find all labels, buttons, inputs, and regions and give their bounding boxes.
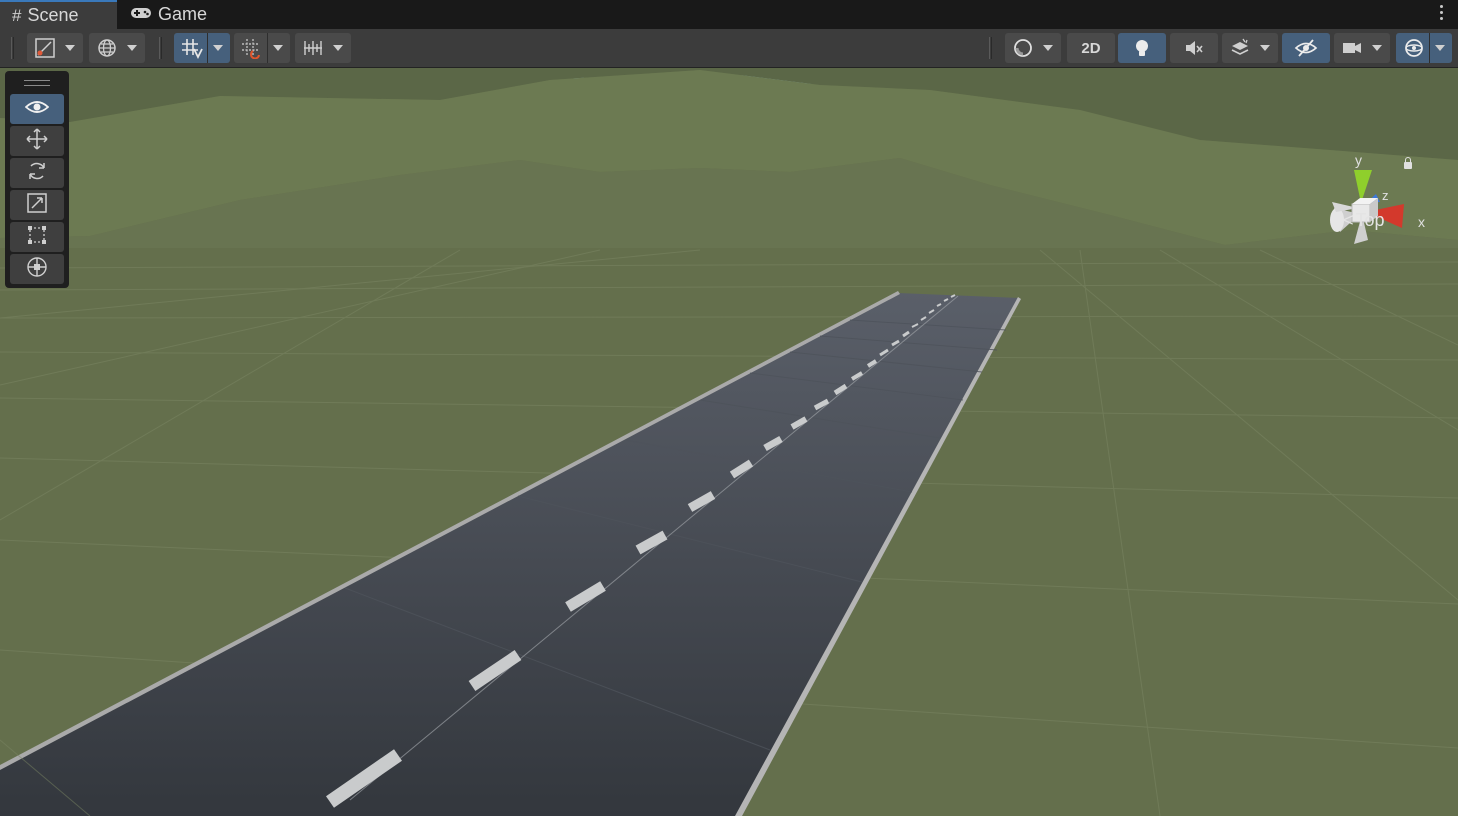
chevron-down-icon [122, 33, 142, 63]
chevron-down-icon [266, 33, 288, 63]
increment-snap-button[interactable] [234, 33, 290, 63]
scale-icon [26, 192, 48, 219]
camera-icon [1337, 33, 1367, 63]
visibility-hidden-icon [1291, 33, 1321, 63]
view-label-text: Top [1355, 210, 1385, 230]
chevron-down-icon [1038, 33, 1058, 63]
tab-bar: # Scene Game [0, 0, 1458, 29]
axis-cones [1330, 170, 1404, 244]
globe-icon [92, 33, 122, 63]
chevron-down-icon [1255, 33, 1275, 63]
scene-render [0, 68, 1458, 816]
tab-game[interactable]: Game [130, 0, 207, 29]
overlay-drag-handle[interactable] [24, 80, 50, 86]
scene-viewport[interactable]: y z x < Top [0, 68, 1458, 816]
gamepad-icon [130, 5, 152, 25]
draw-mode-icon [30, 33, 60, 63]
toolbar-grip [159, 37, 162, 59]
rect-tool-button[interactable] [10, 222, 64, 252]
effects-layers-icon [1225, 33, 1255, 63]
tab-scene-label: Scene [27, 5, 79, 25]
chevron-down-icon [60, 33, 80, 63]
more-options-icon[interactable] [1440, 5, 1444, 20]
tab-game-label: Game [158, 4, 208, 24]
grid-snap-icon [177, 33, 207, 63]
tools-overlay [5, 71, 69, 288]
lighting-toggle-button[interactable] [1118, 33, 1166, 63]
chevron-down-icon [1428, 33, 1450, 63]
scene-visibility-button[interactable] [1282, 33, 1330, 63]
rotate-tool-button[interactable] [10, 158, 64, 188]
scale-tool-button[interactable] [10, 190, 64, 220]
transform-tool-button[interactable] [10, 254, 64, 284]
2d-toggle-button[interactable]: 2D [1067, 33, 1115, 63]
hash-icon: # [12, 5, 22, 25]
rect-transform-icon [26, 224, 48, 251]
chevron-down-icon [1367, 33, 1387, 63]
rotate-icon [26, 160, 48, 187]
eye-icon [24, 99, 50, 120]
lightbulb-icon [1127, 33, 1157, 63]
draw-mode-button[interactable] [27, 33, 83, 63]
scene-toolbar: 2D [0, 29, 1458, 68]
view-label[interactable]: < Top [1343, 210, 1385, 231]
camera-settings-button[interactable] [1334, 33, 1390, 63]
effects-button[interactable] [1222, 33, 1278, 63]
ruler-icon [298, 33, 328, 63]
move-tool-button[interactable] [10, 126, 64, 156]
toolbar-grip [11, 37, 14, 59]
shading-sphere-icon [1008, 33, 1038, 63]
chevron-down-icon [206, 33, 228, 63]
2d-label: 2D [1081, 39, 1101, 57]
toolbar-grip [989, 37, 992, 59]
ruler-button[interactable] [295, 33, 351, 63]
view-tool-button[interactable] [10, 94, 64, 124]
gizmos-icon [1399, 33, 1429, 63]
global-local-button[interactable] [89, 33, 145, 63]
transform-icon [25, 255, 49, 284]
shading-mode-button[interactable] [1005, 33, 1061, 63]
chevron-down-icon [328, 33, 348, 63]
orientation-gizmo[interactable]: y z x [1328, 148, 1438, 268]
audio-toggle-button[interactable] [1170, 33, 1218, 63]
grid-snap-button[interactable] [174, 33, 230, 63]
increment-snap-icon [237, 33, 267, 63]
move-arrows-icon [26, 127, 48, 155]
chevron-left-icon: < [1343, 210, 1354, 230]
tab-scene[interactable]: # Scene [0, 0, 117, 29]
gizmos-button[interactable] [1396, 33, 1452, 63]
audio-mute-icon [1179, 33, 1209, 63]
